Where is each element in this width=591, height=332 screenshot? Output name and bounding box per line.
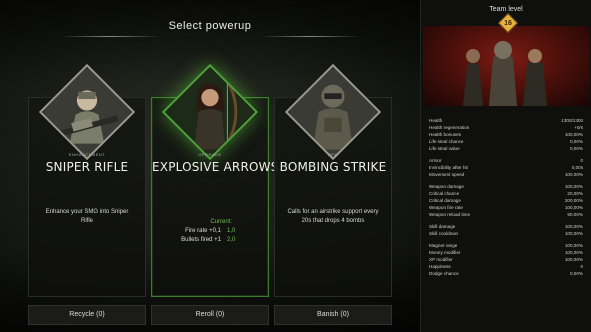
powerup-card-bombing-strike[interactable]: New BOMBING STRIKE Calls for an airstrik…: [274, 63, 392, 297]
team-stat-label: XP modifier: [429, 257, 453, 262]
team-stat-label: Skill damage: [429, 224, 456, 229]
powerup-stats: Current: Fire rate +0,1 1,0 Bullets fire…: [152, 218, 268, 245]
stat-row: Fire rate +0,1 1,0: [152, 227, 268, 236]
powerup-card-sniper-rifle[interactable]: Enhancement SNIPER RIFLE Enhance your SM…: [28, 63, 146, 297]
team-stat-row: Health 1300/1300: [429, 117, 583, 124]
team-stat-label: Weapon fire rate: [429, 205, 463, 210]
team-stat-row: Happiness 0: [429, 263, 583, 270]
team-stat-value: 200,00%: [564, 198, 583, 203]
team-stat-row: Health bonuses 100,00%: [429, 131, 583, 138]
team-stat-value: 100,00%: [564, 205, 583, 210]
team-stat-value: +0/s: [574, 125, 583, 130]
team-stat-row: Magnet range 100,00%: [429, 242, 583, 249]
team-stat-value: 100,00%: [564, 132, 583, 137]
team-stat-row: Life steal chance 0,00%: [429, 138, 583, 145]
team-stat-value: 100,00%: [564, 224, 583, 229]
team-stat-value: 0,00%: [569, 146, 583, 151]
team-stat-label: Happiness: [429, 264, 451, 269]
team-stat-value: 100,00%: [564, 250, 583, 255]
team-stat-value: 0: [580, 264, 583, 269]
team-stat-row: Life steal value 0,00%: [429, 145, 583, 152]
team-portrait: [423, 26, 590, 106]
stat-value: 2,0: [227, 237, 236, 243]
team-stat-row: Money modifier 100,00%: [429, 249, 583, 256]
stat-value: 1,0: [227, 228, 236, 234]
team-stat-label: Life steal value: [429, 146, 460, 151]
team-stat-value: 0,00%: [569, 139, 583, 144]
team-stat-row: Skill cooldown 100,00%: [429, 230, 583, 237]
powerup-type: Upgrade: [198, 152, 222, 157]
powerup-description: Calls for an airstrike support every 20s…: [287, 209, 379, 224]
team-stat-row: Dodge chance 0,00%: [429, 270, 583, 277]
team-stat-label: Skill cooldown: [429, 231, 459, 236]
team-stat-label: Money modifier: [429, 250, 461, 255]
team-stat-row: Invincibility after hit 0,00s: [429, 164, 583, 171]
team-stat-label: Health regeneration: [429, 125, 470, 130]
team-stat-value: 0,00s: [571, 165, 583, 170]
page-title: Select powerup: [0, 20, 420, 40]
team-stat-row: Critical damage 200,00%: [429, 197, 583, 204]
team-stat-label: Armor: [429, 158, 442, 163]
team-stat-label: Magnet range: [429, 243, 458, 248]
team-stat-row: Health regeneration +0/s: [429, 124, 583, 131]
team-stats-list: Health 1300/1300 Health regeneration +0/s He…: [429, 117, 583, 277]
current-label: Current:: [210, 219, 232, 225]
team-stat-value: 1300/1300: [561, 118, 583, 123]
powerup-name: BOMBING STRIKE: [279, 160, 387, 174]
powerup-type: New: [327, 152, 339, 157]
team-stat-label: Life steal chance: [429, 139, 464, 144]
team-stat-value: 20,00%: [567, 191, 583, 196]
team-level-header: Team level: [489, 6, 523, 13]
team-stat-value: 0: [580, 158, 583, 163]
team-stat-label: Weapon reload time: [429, 212, 471, 217]
powerup-name: EXPLOSIVE ARROWS: [152, 160, 279, 174]
team-level-value: 16: [504, 20, 512, 27]
team-stat-value: 90,00%: [567, 212, 583, 217]
team-stat-value: 100,00%: [564, 184, 583, 189]
powerup-card-explosive-arrows[interactable]: Upgrade EXPLOSIVE ARROWS Current: Fire r…: [151, 63, 279, 297]
stat-row: Bullets fired +1 2,0: [152, 236, 268, 245]
team-stat-label: Health: [429, 118, 443, 123]
team-stat-row: Weapon damage 100,00%: [429, 183, 583, 190]
team-stat-value: 100,00%: [564, 231, 583, 236]
team-stat-row: Critical chance 20,00%: [429, 190, 583, 197]
team-stat-value: 100,00%: [564, 257, 583, 262]
team-stat-row: Weapon reload time 90,00%: [429, 211, 583, 218]
powerup-description: Enhance your SMG into Sniper Rifle: [45, 209, 129, 224]
team-stat-label: Critical damage: [429, 198, 461, 203]
team-stat-row: XP modifier 100,00%: [429, 256, 583, 263]
stat-label: Fire rate +0,1: [185, 228, 221, 234]
team-stat-label: Dodge chance: [429, 271, 459, 276]
team-stat-label: Movement speed: [429, 172, 465, 177]
team-stat-row: Armor 0: [429, 157, 583, 164]
team-stat-value: 100,00%: [564, 172, 583, 177]
powerup-name: SNIPER RIFLE: [45, 160, 129, 174]
team-stat-label: Critical chance: [429, 191, 460, 196]
team-stat-row: Skill damage 100,00%: [429, 223, 583, 230]
recycle-button[interactable]: Recycle (0): [28, 305, 146, 325]
powerup-type: Enhancement: [68, 152, 106, 157]
banish-button[interactable]: Banish (0): [274, 305, 392, 325]
stat-label: Bullets fired +1: [181, 237, 221, 243]
team-stat-value: 0,00%: [569, 271, 583, 276]
team-stats-panel: Team level 16 Health 1300/1300 Health rege…: [420, 0, 591, 332]
team-stat-label: Weapon damage: [429, 184, 464, 189]
team-stat-row: Weapon fire rate 100,00%: [429, 204, 583, 211]
reroll-button[interactable]: Reroll (0): [151, 305, 269, 325]
team-stat-label: Health bonuses: [429, 132, 461, 137]
team-stat-value: 100,00%: [564, 243, 583, 248]
team-stat-label: Invincibility after hit: [429, 165, 468, 170]
team-stat-row: Movement speed 100,00%: [429, 171, 583, 178]
